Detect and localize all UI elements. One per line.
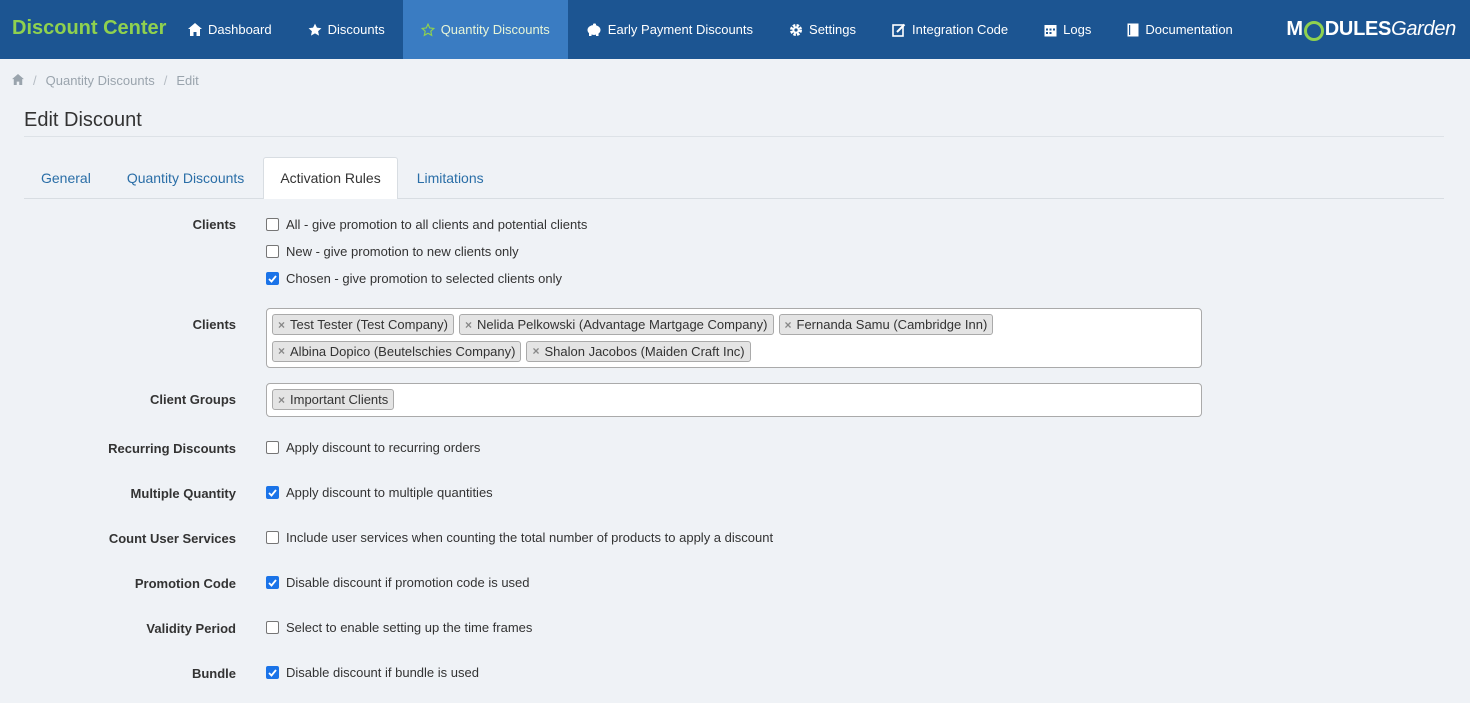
breadcrumb-separator: / <box>33 73 37 88</box>
client-tag: × Albina Dopico (Beutelschies Company) <box>272 340 522 362</box>
top-navbar: Discount Center Dashboard Discounts Quan… <box>0 0 1470 59</box>
remove-tag-icon[interactable]: × <box>278 318 285 332</box>
nav-discounts[interactable]: Discounts <box>290 0 403 59</box>
remove-tag-icon[interactable]: × <box>278 393 285 407</box>
breadcrumb-edit: Edit <box>176 73 199 88</box>
remove-tag-icon[interactable]: × <box>465 318 472 332</box>
nav-quantity-discounts-label: Quantity Discounts <box>440 22 550 37</box>
validity-period-option[interactable]: Select to enable setting up the time fra… <box>266 620 532 635</box>
nav-logs-label: Logs <box>1063 22 1092 37</box>
clients-select-label: Clients <box>192 317 236 332</box>
group-tag: × Important Clients <box>272 389 395 410</box>
piggy-bank-icon <box>586 23 602 36</box>
nav-documentation[interactable]: Documentation <box>1109 0 1250 59</box>
checkbox-new[interactable] <box>266 245 279 258</box>
validity-period-checkbox[interactable] <box>266 621 279 634</box>
tab-activation-rules[interactable]: Activation Rules <box>263 157 398 199</box>
promotion-code-option[interactable]: Disable discount if promotion code is us… <box>266 575 530 590</box>
logo-ring-icon <box>1303 20 1324 41</box>
client-option-all[interactable]: All - give promotion to all clients and … <box>266 217 587 232</box>
gear-icon <box>789 23 803 37</box>
nav-discounts-label: Discounts <box>327 22 385 37</box>
breadcrumb-separator: / <box>163 73 168 88</box>
multiple-quantity-option[interactable]: Apply discount to multiple quantities <box>266 485 493 500</box>
client-tag: × Test Tester (Test Company) <box>272 314 454 335</box>
nav-integration-code[interactable]: Integration Code <box>874 0 1026 59</box>
bundle-option[interactable]: Disable discount if bundle is used <box>266 665 479 680</box>
page-title: Edit Discount <box>24 109 142 131</box>
home-icon <box>188 23 202 36</box>
recurring-discounts-checkbox[interactable] <box>266 441 279 454</box>
nav-early-payment-discounts[interactable]: Early Payment Discounts <box>568 0 771 59</box>
remove-tag-icon[interactable]: × <box>532 344 539 358</box>
client-tag: × Fernanda Samu (Cambridge Inn) <box>778 314 994 335</box>
nav-logs[interactable]: Logs <box>1026 0 1109 59</box>
breadcrumb: / Quantity Discounts / Edit <box>12 73 199 88</box>
nav-quantity-discounts[interactable]: Quantity Discounts <box>402 0 568 59</box>
tab-limitations[interactable]: Limitations <box>400 157 501 198</box>
nav-dashboard-label: Dashboard <box>208 22 272 37</box>
multiple-quantity-label: Multiple Quantity <box>130 486 236 501</box>
client-tag: × Nelida Pelkowski (Advantage Martgage Co… <box>459 314 774 335</box>
home-icon[interactable] <box>12 73 24 88</box>
title-divider <box>24 136 1444 137</box>
modulesgarden-logo[interactable]: M DULES Garden <box>1286 0 1456 59</box>
bundle-checkbox[interactable] <box>266 666 279 679</box>
client-option-chosen[interactable]: Chosen - give promotion to selected clie… <box>266 271 562 286</box>
nav-integration-label: Integration Code <box>912 22 1009 37</box>
checkbox-chosen[interactable] <box>266 272 279 285</box>
client-option-new[interactable]: New - give promotion to new clients only <box>266 244 519 259</box>
client-groups-label: Client Groups <box>150 392 236 407</box>
client-groups-multiselect[interactable]: × Important Clients <box>266 383 1202 417</box>
count-user-services-label: Count User Services <box>108 531 236 546</box>
remove-tag-icon[interactable]: × <box>278 344 285 358</box>
nav-settings[interactable]: Settings <box>771 0 874 59</box>
tab-quantity-discounts[interactable]: Quantity Discounts <box>110 157 262 198</box>
clients-multiselect[interactable]: × Test Tester (Test Company) × Nelida Pelk… <box>266 308 1202 368</box>
star-icon <box>308 23 322 37</box>
calendar-icon <box>1044 23 1057 37</box>
multiple-quantity-checkbox[interactable] <box>266 486 279 499</box>
validity-period-label: Validity Period <box>146 621 236 636</box>
nav-documentation-label: Documentation <box>1145 22 1233 37</box>
promotion-code-label: Promotion Code <box>134 576 236 591</box>
promotion-code-checkbox[interactable] <box>266 576 279 589</box>
tab-bar: General Quantity Discounts Activation Ru… <box>24 157 1444 199</box>
recurring-discounts-option[interactable]: Apply discount to recurring orders <box>266 440 480 455</box>
star-outline-icon <box>420 22 435 37</box>
breadcrumb-quantity-discounts[interactable]: Quantity Discounts <box>46 73 155 88</box>
nav-dashboard[interactable]: Dashboard <box>170 0 290 59</box>
bundle-label: Bundle <box>191 666 236 681</box>
nav-settings-label: Settings <box>809 22 857 37</box>
brand-title[interactable]: Discount Center <box>0 0 170 59</box>
remove-tag-icon[interactable]: × <box>785 318 792 332</box>
checkbox-all[interactable] <box>266 218 279 231</box>
count-user-services-checkbox[interactable] <box>266 531 279 544</box>
clients-label: Clients <box>192 217 236 232</box>
recurring-discounts-label: Recurring Discounts <box>108 441 236 456</box>
count-user-services-option[interactable]: Include user services when counting the … <box>266 530 773 545</box>
client-tag: × Shalon Jacobos (Maiden Craft Inc) <box>526 340 751 362</box>
nav-early-payment-label: Early Payment Discounts <box>607 22 754 37</box>
tab-general[interactable]: General <box>24 157 108 198</box>
book-icon <box>1127 23 1139 37</box>
edit-icon <box>892 23 906 37</box>
